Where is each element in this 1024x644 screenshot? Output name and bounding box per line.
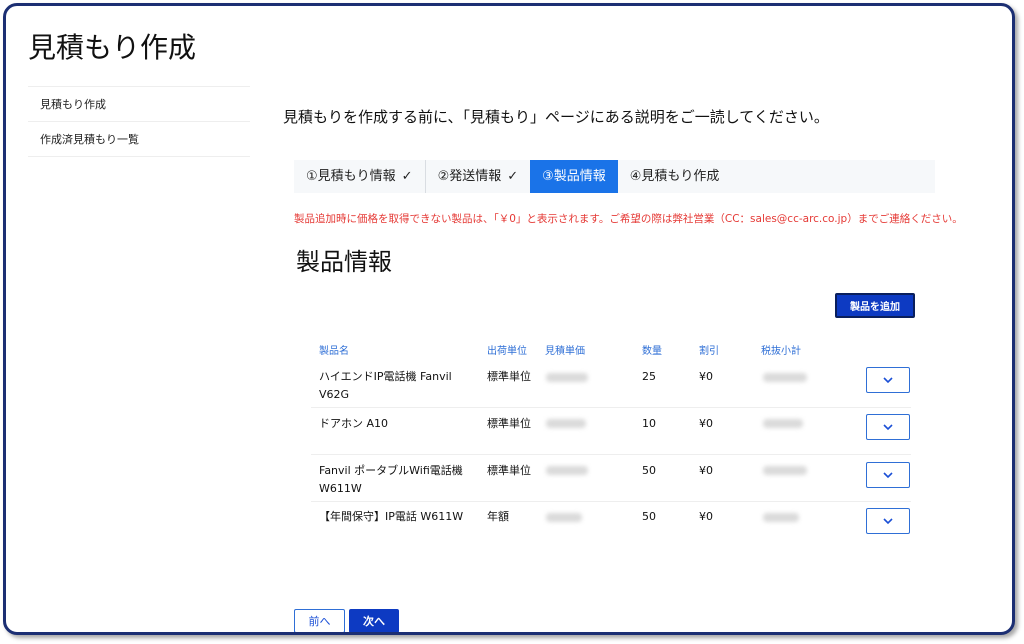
header-unit-price: 見積単価 xyxy=(545,346,585,357)
shipping-unit: 標準単位 xyxy=(487,370,531,383)
step-label: ②発送情報 xyxy=(437,169,502,184)
step-label: ④見積もり作成 xyxy=(629,169,720,184)
product-name: Fanvil ポータブルWifi電話機 W611W xyxy=(319,464,463,495)
redacted-unit-price xyxy=(546,466,588,475)
page-title: 見積もり作成 xyxy=(28,31,197,64)
discount: ¥0 xyxy=(699,510,713,523)
row-expand-button[interactable] xyxy=(866,367,910,393)
step-create-quote[interactable]: ④見積もり作成 xyxy=(618,160,732,193)
product-name: ハイエンドIP電話機 Fanvil V62G xyxy=(319,370,452,401)
shipping-unit: 年額 xyxy=(487,510,509,523)
product-name: ドアホン A10 xyxy=(319,417,389,430)
section-title: 製品情報 xyxy=(296,248,392,276)
redacted-unit-price xyxy=(546,373,588,382)
row-expand-button[interactable] xyxy=(866,462,910,488)
prev-button[interactable]: 前へ xyxy=(294,609,345,632)
redacted-subtotal xyxy=(763,513,799,522)
row-expand-button[interactable] xyxy=(866,414,910,440)
chevron-down-icon xyxy=(883,472,893,479)
chevron-down-icon xyxy=(883,424,893,431)
shipping-unit: 標準単位 xyxy=(487,417,531,430)
sidebar: 見積もり作成 作成済見積もり一覧 xyxy=(28,86,250,157)
row-expand-button[interactable] xyxy=(866,508,910,534)
check-icon: ✓ xyxy=(401,169,413,184)
check-icon: ✓ xyxy=(507,169,519,184)
chevron-down-icon xyxy=(883,377,893,384)
discount: ¥0 xyxy=(699,464,713,477)
header-subtotal: 税抜小計 xyxy=(761,346,801,357)
step-shipping-info[interactable]: ②発送情報 ✓ xyxy=(426,160,531,193)
row-divider xyxy=(311,407,911,408)
sidebar-item-create-quote[interactable]: 見積もり作成 xyxy=(28,87,250,122)
redacted-subtotal xyxy=(763,373,807,382)
header-shipping-unit: 出荷単位 xyxy=(487,346,527,357)
redacted-subtotal xyxy=(763,466,807,475)
header-discount: 割引 xyxy=(699,346,719,357)
redacted-subtotal xyxy=(763,419,803,428)
redacted-unit-price xyxy=(546,513,582,522)
redacted-unit-price xyxy=(546,419,586,428)
next-button[interactable]: 次へ xyxy=(349,609,399,632)
row-divider xyxy=(311,501,911,502)
step-indicator: ①見積もり情報 ✓ ②発送情報 ✓ ③製品情報 ④見積もり作成 xyxy=(294,160,935,193)
header-quantity: 数量 xyxy=(642,346,662,357)
step-quote-info[interactable]: ①見積もり情報 ✓ xyxy=(294,160,426,193)
discount: ¥0 xyxy=(699,417,713,430)
discount: ¥0 xyxy=(699,370,713,383)
quantity: 50 xyxy=(642,510,656,523)
quantity: 50 xyxy=(642,464,656,477)
app-window: 見積もり作成 見積もり作成 作成済見積もり一覧 見積もりを作成する前に、「見積も… xyxy=(3,3,1015,635)
header-product-name: 製品名 xyxy=(319,346,349,357)
quantity: 10 xyxy=(642,417,656,430)
step-label: ③製品情報 xyxy=(542,169,606,184)
intro-text: 見積もりを作成する前に、「見積もり」ページにある説明をご一読してください。 xyxy=(283,108,829,126)
price-notice: 製品追加時に価格を取得できない製品は、「￥0」と表示されます。ご希望の際は弊社営… xyxy=(294,213,963,225)
product-name: 【年間保守】IP電話 W611W xyxy=(319,510,464,523)
row-divider xyxy=(311,454,911,455)
shipping-unit: 標準単位 xyxy=(487,464,531,477)
sidebar-item-quote-list[interactable]: 作成済見積もり一覧 xyxy=(28,122,250,157)
chevron-down-icon xyxy=(883,518,893,525)
step-product-info[interactable]: ③製品情報 xyxy=(530,160,618,193)
add-product-button[interactable]: 製品を追加 xyxy=(835,293,915,318)
step-label: ①見積もり情報 xyxy=(306,169,396,184)
quantity: 25 xyxy=(642,370,656,383)
